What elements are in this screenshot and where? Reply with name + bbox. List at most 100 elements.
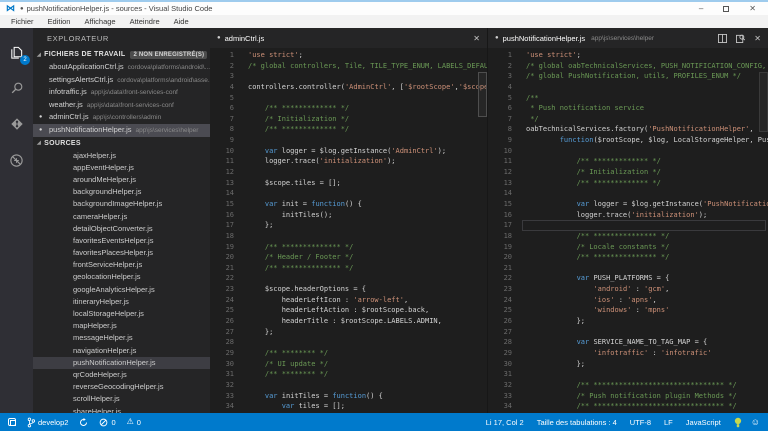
source-file-appEventHelper.js[interactable]: appEventHelper.js — [33, 162, 210, 174]
chevron-expanded-icon: ◢ — [37, 140, 42, 147]
working-files-label: FICHIERS DE TRAVAIL — [44, 51, 126, 58]
activity-bar: 2 — [0, 28, 33, 413]
encoding-indicator[interactable]: UTF-8 — [630, 418, 651, 427]
language-indicator[interactable]: JavaScript — [686, 418, 721, 427]
source-file-itineraryHelper.js[interactable]: itineraryHelper.js — [33, 296, 210, 308]
vscode-window: ⋈ ● pushNotificationHelper.js - sources … — [0, 0, 768, 431]
sync-button[interactable] — [79, 417, 88, 427]
source-file-qrCodeHelper.js[interactable]: qrCodeHelper.js — [33, 369, 210, 381]
working-file-infotraffic.js[interactable]: infotraffic.js app\js\data\front-services… — [33, 86, 210, 99]
working-file-adminCtrl.js[interactable]: ● adminCtrl.js app\js\controllers\admin — [33, 111, 210, 124]
sources-label: SOURCES — [44, 139, 81, 147]
close-button[interactable]: ✕ — [749, 4, 756, 14]
tab-path: app\js\services\helper — [591, 34, 655, 42]
scrollbar-thumb[interactable] — [478, 72, 487, 117]
source-file-localStorageHelper.js[interactable]: localStorageHelper.js — [33, 308, 210, 320]
source-file-reverseGeocodingHelper.js[interactable]: reverseGeocodingHelper.js — [33, 381, 210, 393]
file-path: app\js\data\front-services-conf — [86, 101, 174, 109]
warning-icon: ⚠ — [126, 417, 134, 426]
menu-edition[interactable]: Edition — [41, 17, 78, 26]
code-lines: 'use strict';/* global oabTechnicalServi… — [522, 50, 768, 412]
warning-count: 0 — [136, 417, 141, 427]
file-name: infotraffic.js — [49, 87, 87, 97]
menu-affichage[interactable]: Affichage — [77, 17, 122, 26]
sources-header[interactable]: ◢ SOURCES — [33, 137, 210, 150]
sync-icon — [80, 417, 88, 426]
editor-pane-1: ● pushNotificationHelper.js app\js\servi… — [487, 28, 768, 413]
feedback-smiley-icon[interactable]: ☺ — [751, 417, 760, 427]
file-name: settingsAlertsCtrl.js — [49, 74, 114, 84]
file-path: cordova\platforms\android\asse... — [117, 76, 210, 84]
file-name: aboutApplicationCtrl.js — [49, 62, 124, 71]
tab-pushnotificationhelper[interactable]: pushNotificationHelper.js — [503, 34, 586, 43]
branch-name: develop2 — [38, 417, 69, 427]
main-area: 2 EXPLORATEUR ◢ FICHIERS DE TRAVAIL 2 NO… — [0, 28, 768, 413]
file-path: app\js\data\front-services-conf — [90, 89, 178, 97]
close-editor-icon[interactable]: ✕ — [473, 34, 480, 43]
line-number-gutter: 1 2 3 4 5 6 7 8 9 10 11 12 13 14 15 16 17 18 19 20 21 22 23 24 2… — [225, 51, 234, 411]
working-files-header[interactable]: ◢ FICHIERS DE TRAVAIL 2 NON ENREGISTRÉ(S… — [33, 48, 210, 61]
source-file-favoritesEventsHelper.js[interactable]: favoritesEventsHelper.js — [33, 235, 210, 247]
close-editor-icon[interactable]: ✕ — [754, 34, 761, 43]
preview-icon[interactable] — [736, 34, 746, 43]
dirty-dot: ● — [39, 114, 43, 121]
split-editor-icon[interactable] — [718, 33, 728, 43]
source-file-scrollHelper.js[interactable]: scrollHelper.js — [33, 393, 210, 405]
error-icon — [100, 418, 108, 426]
working-file-pushNotificationHelper.js[interactable]: ● pushNotificationHelper.js app\js\service… — [33, 123, 210, 137]
branch-icon — [27, 417, 35, 427]
source-file-cameraHelper.js[interactable]: cameraHelper.js — [33, 211, 210, 223]
menu-fichier[interactable]: Fichier — [4, 17, 41, 26]
tab-size-indicator[interactable]: Taille des tabulations : 4 — [537, 418, 617, 427]
code-area[interactable]: 1 2 3 4 5 6 7 8 9 10 11 12 13 14 15 16 17 18 19 20 21 22 23 24 2… — [488, 48, 768, 413]
menu-atteindre[interactable]: Atteindre — [123, 17, 167, 26]
scrollbar-thumb[interactable] — [759, 72, 768, 132]
warning-indicator[interactable]: ⚠ 0 — [127, 418, 141, 427]
source-file-googleAnalyticsHelper.js[interactable]: googleAnalyticsHelper.js — [33, 284, 210, 296]
source-file-ajaxHelper.js[interactable]: ajaxHelper.js — [33, 150, 210, 162]
feedback-square-icon[interactable] — [8, 418, 16, 426]
source-file-geolocationHelper.js[interactable]: geolocationHelper.js — [33, 271, 210, 283]
source-file-shareHelper.js[interactable]: shareHelper.js — [33, 406, 210, 414]
editor-title-bar-left: ● adminCtrl.js ✕ — [210, 28, 487, 48]
unsaved-count-badge: 2 NON ENREGISTRÉ(S) — [130, 50, 208, 59]
line-number-gutter: 1 2 3 4 5 6 7 8 9 10 11 12 13 14 15 16 17 18 19 20 21 22 23 24 2… — [503, 51, 512, 411]
source-file-messageHelper.js[interactable]: messageHelper.js — [33, 332, 210, 344]
cursor-position[interactable]: Li 17, Col 2 — [486, 418, 524, 427]
working-file-settingsAlertsCtrl.js[interactable]: settingsAlertsCtrl.js cordova\platforms\a… — [33, 74, 210, 87]
editor-pane-0: ● adminCtrl.js ✕ 1 2 3 4 5 6 7 8 9 10 11 12 13 14 15 16… — [210, 28, 487, 413]
maximize-button[interactable] — [723, 5, 730, 12]
debug-icon[interactable] — [0, 148, 33, 172]
working-file-weather.js[interactable]: weather.js app\js\data\front-services-con… — [33, 99, 210, 112]
dirty-dot: ● — [217, 35, 221, 41]
lightbulb-icon[interactable] — [734, 417, 742, 428]
source-file-detailObjectConverter.js[interactable]: detailObjectConverter.js — [33, 223, 210, 235]
git-branch-indicator[interactable]: develop2 — [27, 417, 68, 428]
minimize-button[interactable]: – — [699, 4, 703, 14]
explorer-icon[interactable]: 2 — [0, 40, 33, 65]
source-file-backgroundImageHelper.js[interactable]: backgroundImageHelper.js — [33, 198, 210, 210]
source-file-favoritesPlacesHelper.js[interactable]: favoritesPlacesHelper.js — [33, 247, 210, 259]
source-file-pushNotificationHelper.js[interactable]: pushNotificationHelper.js — [33, 356, 210, 369]
working-file-aboutApplicationCtrl.js[interactable]: aboutApplicationCtrl.js cordova\platforms… — [33, 61, 210, 74]
code-area[interactable]: 1 2 3 4 5 6 7 8 9 10 11 12 13 14 15 16 17 18 19 20 21 22 23 24 2… — [210, 48, 487, 413]
file-name: weather.js — [49, 99, 83, 109]
source-file-aroundMeHelper.js[interactable]: aroundMeHelper.js — [33, 174, 210, 186]
error-indicator[interactable]: 0 — [99, 418, 116, 427]
vscode-logo-icon: ⋈ — [6, 3, 15, 13]
source-file-mapHelper.js[interactable]: mapHelper.js — [33, 320, 210, 332]
current-line-highlight — [522, 220, 766, 232]
chevron-expanded-icon: ◢ — [37, 51, 42, 58]
source-file-navigationHelper.js[interactable]: navigationHelper.js — [33, 345, 210, 357]
menu-aide[interactable]: Aide — [167, 17, 196, 26]
source-file-backgroundHelper.js[interactable]: backgroundHelper.js — [33, 186, 210, 198]
source-file-frontServiceHelper.js[interactable]: frontServiceHelper.js — [33, 259, 210, 271]
window-title: pushNotificationHelper.js - sources - Vi… — [26, 4, 213, 13]
tab-adminctrl[interactable]: adminCtrl.js — [225, 34, 265, 43]
source-control-icon[interactable] — [0, 112, 33, 136]
title-bar: ⋈ ● pushNotificationHelper.js - sources … — [0, 2, 768, 15]
eol-indicator[interactable]: LF — [664, 418, 673, 427]
file-path: cordova\platforms\android\... — [127, 64, 210, 71]
menu-bar: Fichier Edition Affichage Atteindre Aide — [0, 15, 768, 28]
search-icon[interactable] — [0, 76, 33, 100]
